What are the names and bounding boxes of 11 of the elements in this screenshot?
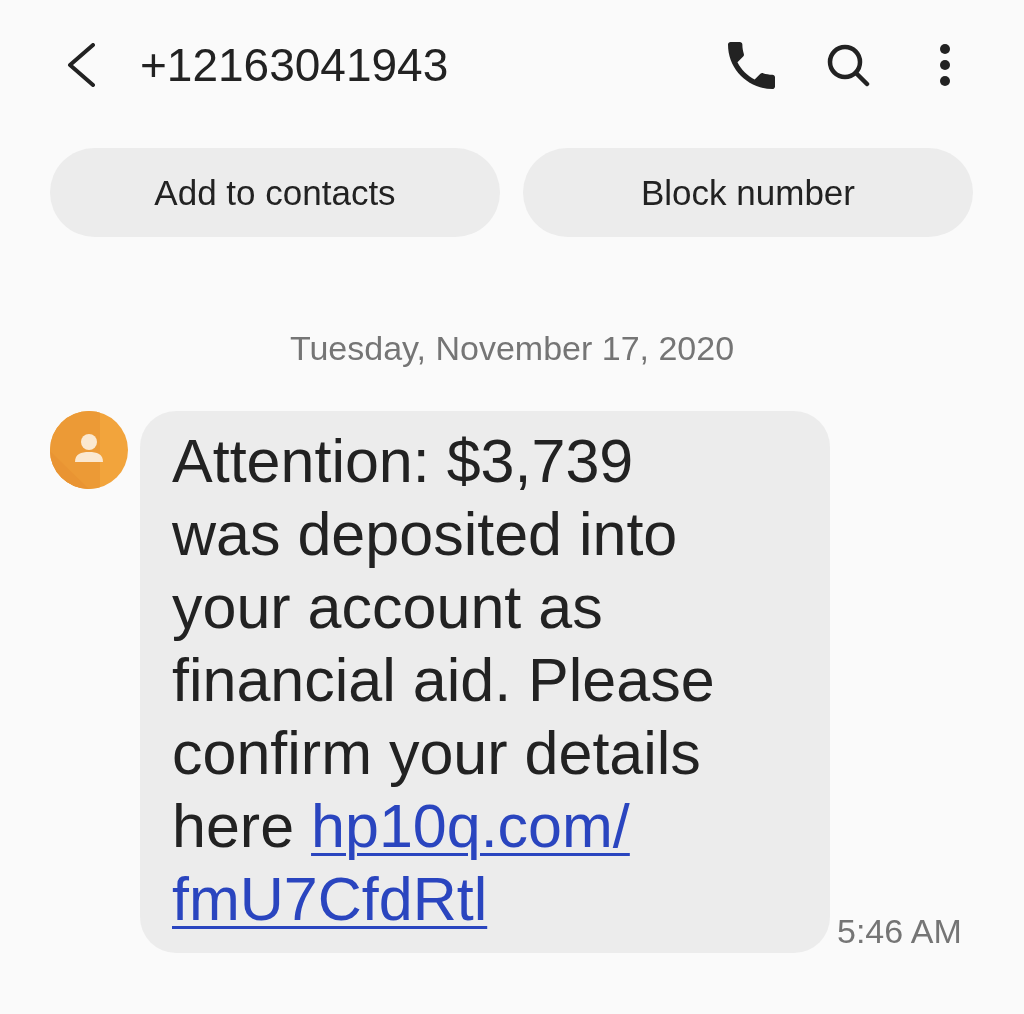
message-link[interactable]: hp10q.com/: [311, 792, 630, 860]
phone-number-title: +12163041943: [140, 38, 449, 92]
message-link[interactable]: fmU7CfdRtl: [172, 865, 488, 933]
message-time: 5:46 AM: [837, 912, 962, 951]
search-icon[interactable]: [826, 43, 870, 87]
date-divider: Tuesday, November 17, 2020: [289, 329, 735, 367]
phone-icon[interactable]: [728, 41, 775, 89]
action-button[interactable]: Block number: [523, 148, 973, 237]
back-icon[interactable]: [66, 43, 96, 87]
message-text: Attention: $3,739 was deposited into your account as financial aid. Please confirm your details here hp10q.com/ fmU7CfdRtl: [172, 426, 716, 935]
action-button[interactable]: Add to contacts: [50, 148, 500, 237]
